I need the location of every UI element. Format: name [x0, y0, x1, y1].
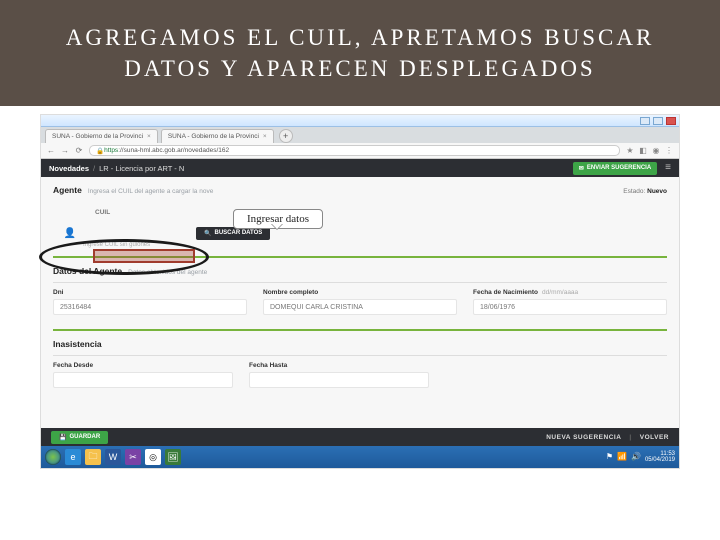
breadcrumb[interactable]: Novedades	[49, 164, 89, 173]
nav-forward-icon[interactable]: →	[61, 147, 69, 155]
taskbar-date: 05/04/2019	[645, 457, 675, 464]
taskbar-clock[interactable]: 11:53 05/04/2019	[645, 451, 675, 464]
profile-icon[interactable]: ◉	[652, 147, 660, 155]
cuil-hint: Ingrese CUIL sin guiones	[83, 242, 667, 248]
tray-volume-icon[interactable]: 🔊	[631, 453, 641, 462]
nombre-value: DOMEQUI CARLA CRISTINA	[263, 299, 457, 315]
start-button[interactable]	[45, 449, 61, 465]
taskbar-time: 11:53	[645, 451, 675, 458]
highlight-box	[93, 249, 195, 263]
section-subtitle-datos-agente: Datos obtenidos del agente	[128, 269, 207, 276]
save-icon: 💾	[59, 434, 66, 441]
slide-title: AGREGAMOS EL CUIL, APRETAMOS BUSCAR DATO…	[30, 22, 690, 84]
window-maximize-button[interactable]	[653, 117, 663, 125]
cuil-block: Ingresar datos CUIL 👤 🔍 BUSCAR DATOS Ing…	[53, 209, 667, 248]
app-breadcrumb-bar: Novedades / LR - Licencia por ART - N ✉ …	[41, 159, 679, 177]
breadcrumb-separator: /	[93, 164, 95, 173]
menu-icon[interactable]: ⋮	[665, 147, 673, 155]
user-icon: 👤	[61, 228, 79, 239]
chrome-icon[interactable]: ◎	[145, 449, 161, 465]
close-icon[interactable]: ×	[147, 133, 151, 140]
extension-icon[interactable]: ★	[626, 147, 634, 155]
nav-back-icon[interactable]: ←	[47, 147, 55, 155]
url-field[interactable]: 🔒 https://suna-hml.abc.gob.ar/novedades/…	[89, 145, 620, 156]
app-menu-icon[interactable]: ≡	[665, 163, 671, 173]
search-icon: 🔍	[204, 230, 211, 237]
nav-reload-icon[interactable]: ⟳	[75, 147, 83, 155]
browser-tab-label: SUNA - Gobierno de la Provinci	[52, 133, 143, 140]
browser-tab-bar: SUNA - Gobierno de la Provinci × SUNA - …	[41, 127, 679, 143]
windows-taskbar: e 🗀 W ✂ ◎ 🖼 ⚑ 📶 🔊 11:53 05/04/2019	[41, 446, 679, 468]
divider	[53, 282, 667, 283]
slide-title-band: AGREGAMOS EL CUIL, APRETAMOS BUSCAR DATO…	[0, 0, 720, 106]
cuil-label: CUIL	[95, 209, 667, 216]
nueva-sugerencia-link[interactable]: NUEVA SUGERENCIA	[546, 434, 621, 441]
image-icon[interactable]: 🖼	[165, 449, 181, 465]
enviar-sugerencia-label: ENVIAR SUGERENCIA	[587, 165, 651, 171]
cuil-input[interactable]	[85, 226, 190, 240]
url-scheme: https	[104, 147, 118, 154]
close-icon[interactable]: ×	[263, 133, 267, 140]
app-footer: 💾 GUARDAR NUEVA SUGERENCIA | VOLVER	[41, 428, 679, 446]
estado-value: Nuevo	[647, 188, 667, 195]
divider-green	[53, 329, 667, 331]
page-body: Agente Ingresa el CUIL del agente a carg…	[41, 177, 679, 396]
screenshot-frame: SUNA - Gobierno de la Provinci × SUNA - …	[40, 114, 680, 469]
ie-icon[interactable]: e	[65, 449, 81, 465]
browser-tab[interactable]: SUNA - Gobierno de la Provinci ×	[45, 129, 158, 143]
url-lock-icon: 🔒	[96, 147, 104, 155]
mail-icon: ✉	[579, 165, 584, 172]
tray-flag-icon[interactable]: ⚑	[606, 453, 613, 462]
fnac-value: 18/06/1976	[473, 299, 667, 315]
callout-ingresar-datos: Ingresar datos	[233, 209, 323, 229]
explorer-icon[interactable]: 🗀	[85, 449, 101, 465]
buscar-datos-label: BUSCAR DATOS	[214, 230, 262, 236]
estado-label: Estado: Nuevo	[623, 188, 667, 195]
new-tab-button[interactable]: +	[279, 129, 293, 143]
divider	[53, 355, 667, 356]
guardar-label: GUARDAR	[69, 434, 100, 440]
tool-icon[interactable]: ✂	[125, 449, 141, 465]
section-subtitle-agente: Ingresa el CUIL del agente a cargar la n…	[88, 188, 214, 195]
browser-tab[interactable]: SUNA - Gobierno de la Provinci ×	[161, 129, 274, 143]
browser-address-bar: ← → ⟳ 🔒 https://suna-hml.abc.gob.ar/nove…	[41, 143, 679, 159]
dni-label: Dni	[53, 289, 247, 296]
section-title-datos-agente: Datos del Agente	[53, 266, 122, 276]
url-path: ://suna-hml.abc.gob.ar/novedades/162	[118, 147, 229, 154]
word-icon[interactable]: W	[105, 449, 121, 465]
fnac-hint: dd/mm/aaaa	[542, 289, 578, 296]
fnac-label: Fecha de Nacimientodd/mm/aaaa	[473, 289, 667, 296]
extension-icon[interactable]: ◧	[639, 147, 647, 155]
footer-separator: |	[629, 434, 631, 441]
fecha-hasta-label: Fecha Hasta	[249, 362, 429, 369]
window-close-button[interactable]	[666, 117, 676, 125]
window-chrome	[41, 115, 679, 127]
fecha-hasta-input[interactable]	[249, 372, 429, 388]
nombre-label: Nombre completo	[263, 289, 457, 296]
breadcrumb: LR - Licencia por ART - N	[99, 164, 184, 173]
fecha-desde-input[interactable]	[53, 372, 233, 388]
enviar-sugerencia-button[interactable]: ✉ ENVIAR SUGERENCIA	[573, 162, 657, 175]
section-title-agente: Agente	[53, 185, 82, 195]
section-title-inasistencia: Inasistencia	[53, 339, 102, 349]
guardar-button[interactable]: 💾 GUARDAR	[51, 431, 108, 444]
volver-link[interactable]: VOLVER	[640, 434, 669, 441]
dni-value: 25316484	[53, 299, 247, 315]
tray-network-icon[interactable]: 📶	[617, 453, 627, 462]
window-minimize-button[interactable]	[640, 117, 650, 125]
fecha-desde-label: Fecha Desde	[53, 362, 233, 369]
browser-tab-label: SUNA - Gobierno de la Provinci	[168, 133, 259, 140]
